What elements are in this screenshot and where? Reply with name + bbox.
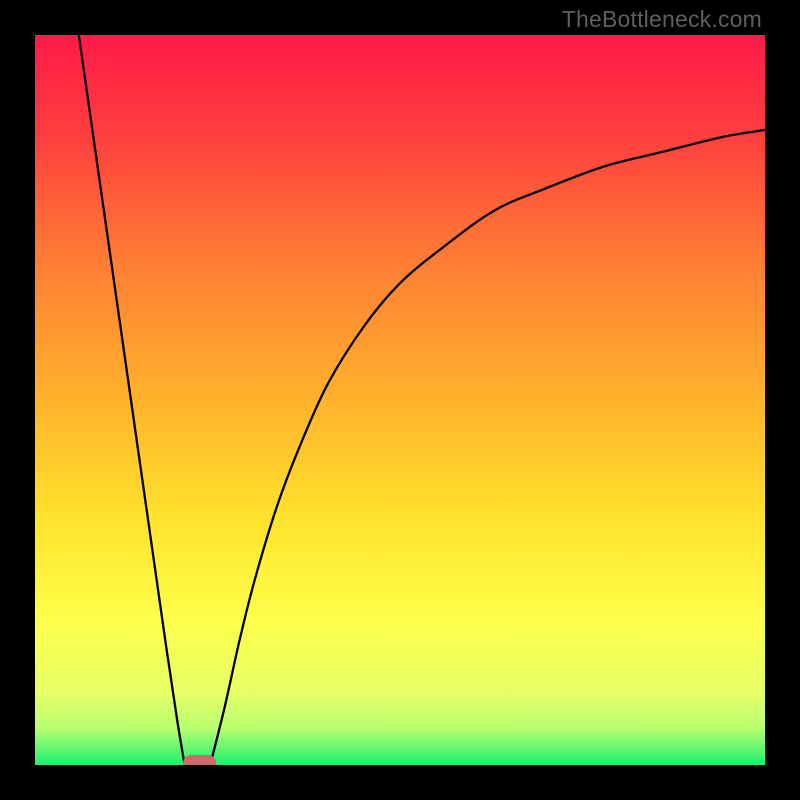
watermark-text: TheBottleneck.com <box>562 6 762 33</box>
chart-frame: TheBottleneck.com <box>0 0 800 800</box>
bottleneck-marker <box>183 755 216 765</box>
curve-layer <box>35 35 765 765</box>
left-branch-curve <box>79 35 185 765</box>
plot-area <box>35 35 765 765</box>
right-branch-curve <box>210 130 765 765</box>
